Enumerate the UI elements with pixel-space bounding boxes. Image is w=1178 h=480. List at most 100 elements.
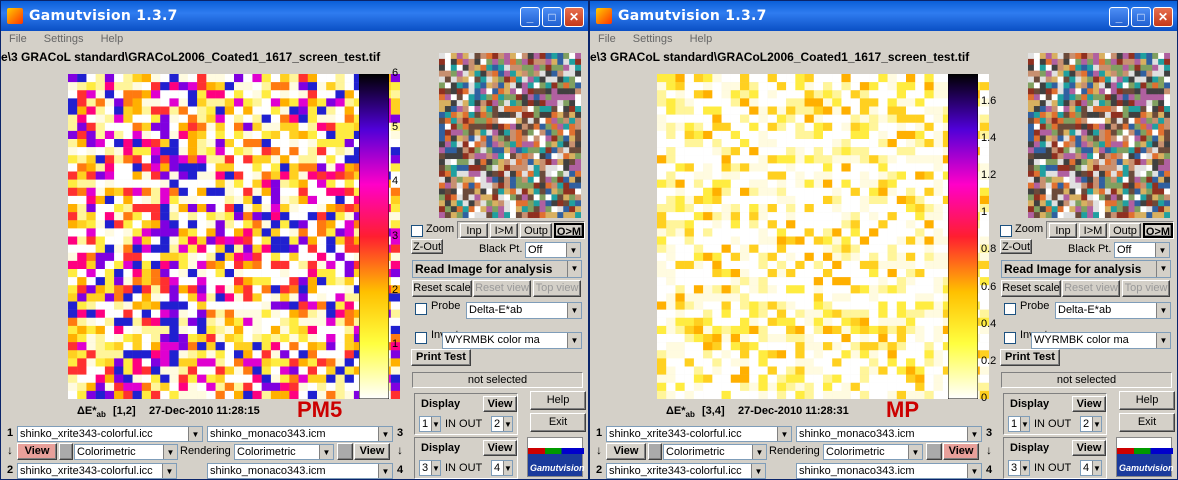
heatmap-cell: [813, 171, 824, 180]
heatmap-cell: [684, 334, 695, 343]
display-view-button[interactable]: View: [483, 396, 517, 412]
heatmap-cell: [850, 195, 861, 205]
display-in-select[interactable]: 1 ▼: [1008, 416, 1030, 432]
display-view-button[interactable]: View: [1072, 440, 1106, 456]
display-view-button[interactable]: View: [1072, 396, 1106, 412]
maximize-button[interactable]: □: [542, 7, 562, 27]
input-profile-select-1[interactable]: shinko_xrite343-colorful.icc ▼: [606, 426, 792, 442]
heatmap-cell: [326, 212, 336, 221]
top-view-button[interactable]: Top view: [533, 280, 581, 297]
tab-inp[interactable]: Inp: [460, 223, 488, 238]
minimize-button[interactable]: _: [520, 7, 540, 27]
title-bar[interactable]: Gamutvision 1.3.7 _ □ ✕: [1, 1, 588, 31]
heatmap-cell: [712, 374, 722, 383]
output-profile-select-2[interactable]: shinko_monaco343.icm ▼: [207, 463, 393, 479]
top-view-button[interactable]: Top view: [1122, 280, 1170, 297]
display-in-select[interactable]: 1 ▼: [419, 416, 441, 432]
menu-file[interactable]: File: [9, 31, 27, 47]
delta-e-heatmap[interactable]: [68, 74, 400, 399]
heatmap-cell: [86, 366, 96, 375]
display-out-select[interactable]: 2 ▼: [491, 416, 513, 432]
display-out-select[interactable]: 2 ▼: [1080, 416, 1102, 432]
display-in-select[interactable]: 3 ▼: [419, 460, 441, 476]
view-button-right[interactable]: View: [354, 443, 390, 460]
thumbnail-cell: [1039, 70, 1047, 77]
close-button[interactable]: ✕: [564, 7, 584, 27]
title-bar[interactable]: Gamutvision 1.3.7 _ □ ✕: [590, 1, 1177, 31]
heatmap-cell: [104, 244, 115, 253]
view-button-right[interactable]: View: [943, 443, 979, 460]
tab-i-m[interactable]: I>M: [490, 223, 518, 238]
thumbnail-cell: [504, 200, 511, 207]
input-profile-select-2[interactable]: shinko_xrite343-colorful.icc ▼: [606, 463, 766, 479]
heatmap-cell: [804, 374, 814, 383]
help-button[interactable]: Help: [530, 391, 586, 410]
maximize-button[interactable]: □: [1131, 7, 1151, 27]
print-test-button[interactable]: Print Test: [411, 349, 471, 366]
heatmap-cell: [749, 220, 759, 229]
menu-help[interactable]: Help: [690, 31, 713, 47]
heatmap-cell: [832, 122, 842, 132]
display-out-select[interactable]: 4 ▼: [491, 460, 513, 476]
invert-checkbox[interactable]: [1004, 332, 1016, 344]
colormap-select[interactable]: WYRMBK color ma ▼: [442, 332, 582, 349]
colormap-select[interactable]: WYRMBK color ma ▼: [1031, 332, 1171, 349]
heatmap-cell: [666, 187, 676, 197]
menu-help[interactable]: Help: [101, 31, 124, 47]
intent-select-2[interactable]: Colorimetric ▼: [234, 444, 334, 460]
input-profile-select-1[interactable]: shinko_xrite343-colorful.icc ▼: [17, 426, 203, 442]
black-point-select[interactable]: Off ▼: [525, 242, 581, 258]
tab-outp[interactable]: Outp: [520, 223, 552, 238]
black-point-select[interactable]: Off ▼: [1114, 242, 1170, 258]
print-test-button[interactable]: Print Test: [1000, 349, 1060, 366]
mode-select[interactable]: Read Image for analysis ▼: [412, 260, 582, 278]
tab-i-m[interactable]: I>M: [1079, 223, 1107, 238]
output-profile-select-1[interactable]: shinko_monaco343.icm ▼: [207, 426, 393, 442]
zoom-out-button[interactable]: Z-Out: [1000, 239, 1032, 254]
display-view-button[interactable]: View: [483, 440, 517, 456]
tab-o-m[interactable]: O>M: [554, 223, 584, 238]
thumbnail-image[interactable]: [439, 53, 581, 218]
heatmap-cell: [252, 163, 262, 172]
intent-select-1[interactable]: Colorimetric ▼: [663, 444, 767, 460]
exit-button[interactable]: Exit: [1119, 413, 1175, 432]
probe-checkbox[interactable]: [1004, 303, 1016, 315]
view-button-left[interactable]: View: [17, 443, 57, 460]
reset-view-button[interactable]: Reset view: [473, 280, 531, 297]
zoom-checkbox[interactable]: [1000, 225, 1012, 237]
menu-settings[interactable]: Settings: [44, 31, 84, 47]
thumbnail-cell: [468, 88, 475, 95]
tab-outp[interactable]: Outp: [1109, 223, 1141, 238]
intent-select-1[interactable]: Colorimetric ▼: [74, 444, 178, 460]
reset-view-button[interactable]: Reset view: [1062, 280, 1120, 297]
menu-file[interactable]: File: [598, 31, 616, 47]
probe-select[interactable]: Delta-E*ab ▼: [1055, 302, 1171, 319]
close-button[interactable]: ✕: [1153, 7, 1173, 27]
view-button-left[interactable]: View: [606, 443, 646, 460]
display-out-select[interactable]: 4 ▼: [1080, 460, 1102, 476]
probe-checkbox[interactable]: [415, 303, 427, 315]
heatmap-cell: [841, 171, 851, 180]
menu-settings[interactable]: Settings: [633, 31, 673, 47]
delta-e-heatmap[interactable]: [657, 74, 989, 399]
output-profile-select-1[interactable]: shinko_monaco343.icm ▼: [796, 426, 982, 442]
zoom-checkbox[interactable]: [411, 225, 423, 237]
thumbnail-cell: [1158, 111, 1165, 119]
input-profile-select-2[interactable]: shinko_xrite343-colorful.icc ▼: [17, 463, 177, 479]
mode-select[interactable]: Read Image for analysis ▼: [1001, 260, 1171, 278]
minimize-button[interactable]: _: [1109, 7, 1129, 27]
zoom-out-button[interactable]: Z-Out: [411, 239, 443, 254]
probe-select[interactable]: Delta-E*ab ▼: [466, 302, 582, 319]
intent-select-2[interactable]: Colorimetric ▼: [823, 444, 923, 460]
exit-button[interactable]: Exit: [530, 413, 586, 432]
tab-o-m[interactable]: O>M: [1143, 223, 1173, 238]
tab-inp[interactable]: Inp: [1049, 223, 1077, 238]
output-profile-select-2[interactable]: shinko_monaco343.icm ▼: [796, 463, 982, 479]
reset-scale-button[interactable]: Reset scale: [412, 280, 472, 297]
display-in-select[interactable]: 3 ▼: [1008, 460, 1030, 476]
heatmap-cell: [675, 130, 685, 140]
thumbnail-image[interactable]: [1028, 53, 1170, 218]
reset-scale-button[interactable]: Reset scale: [1001, 280, 1061, 297]
invert-checkbox[interactable]: [415, 332, 427, 344]
help-button[interactable]: Help: [1119, 391, 1175, 410]
